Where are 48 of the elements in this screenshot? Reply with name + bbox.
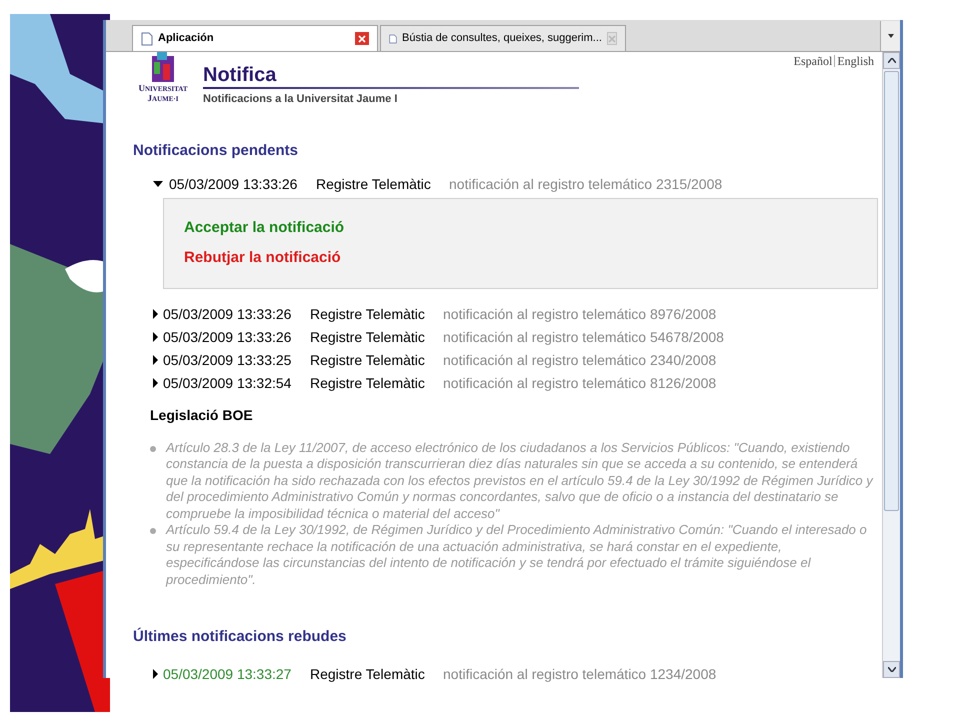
notification-description: notificación al registro telemático 8126/2008 [443,374,716,393]
vertical-scrollbar[interactable] [882,52,900,678]
language-link[interactable]: Español [794,52,832,70]
notification-source: Registre Telemàtic [316,174,432,194]
notification-date[interactable]: 05/03/2009 13:33:26 [163,326,310,348]
notification-date[interactable]: 05/03/2009 13:33:26 [163,304,310,324]
collapse-arrow-icon[interactable] [153,181,163,187]
expand-arrow-icon[interactable] [153,669,158,679]
legal-text: Artículo 28.3 de la Ley 11/2007, de acceso electrónico de los ciudadanos a los Servicios Públicos: "Cuando, existiendo constancia de la puesta a disposición transcurrieran diez días naturales sin que se acceda a su contenido, se entenderá que la notificación ha sido rechazada con los efectos previstos en el artículo 59.4 de la Ley 30/1992 de Régimen Jurídico y del procedimiento Administrativo Común y normas concordantes, salvo que de oficio o a instancia del destinatario se compruebe la imposibilidad técnica o material del acceso" [166,440,874,522]
tab-label: Bústia de consultes, queixes, suggerim... [402,31,602,46]
legal-text: Artículo 59.4 de la Ley 30/1992, de Régimen Jurídico y del Procedimiento Administrativo Común: "Cuando el interesado o su representante rechace la notificación de una actuación administrativa, se hará constar en el expediente, especificándose las circunstancias del intento de notificación y se tendrá por efectuado el trámite siguiéndose el procedimiento". [166,522,868,588]
notification-date[interactable]: 05/03/2009 13:32:54 [163,372,310,394]
tab-label: Aplicación [158,31,215,46]
bullet-icon [150,446,156,452]
page-icon [389,32,398,46]
notification-description: notificación al registro telemático 8976/2008 [443,304,716,324]
app-subtitle: Notificacions a la Universitat Jaume I [203,92,398,107]
browser-tab[interactable]: Bústia de consultes, queixes, suggerim... [380,25,626,51]
notification-source: Registre Telemàtic [310,374,426,393]
scrollbar-thumb[interactable] [884,71,899,511]
notification-source: Registre Telemàtic [310,350,426,370]
notification-source: Registre Telemàtic [310,304,426,324]
expand-arrow-icon[interactable] [153,309,158,319]
browser-tab[interactable]: Aplicación [132,25,378,51]
expand-arrow-icon[interactable] [153,378,158,388]
notification-description: notificación al registro telemático 54678/2008 [443,328,724,347]
notification-date[interactable]: 05/03/2009 13:33:26 [169,174,316,194]
section-heading: Notificacions pendents [133,141,300,161]
notification-date[interactable]: 05/03/2009 13:33:27 [163,664,310,684]
close-icon[interactable] [355,32,369,45]
expand-arrow-icon[interactable] [153,332,158,342]
page-icon [141,32,153,46]
notification-description: notificación al registro telemático 1234/2008 [443,664,716,684]
app-title: Notifica [203,63,278,87]
notification-source: Registre Telemàtic [310,664,426,684]
scroll-up-icon[interactable] [883,52,900,69]
accept-link[interactable]: Acceptar la notificació [184,216,857,239]
expand-arrow-icon[interactable] [153,355,158,365]
scroll-down-icon[interactable] [883,661,900,678]
notification-description: notificación al registro telemático 2315/2008 [449,174,722,194]
reject-link[interactable]: Rebutjar la notificació [184,247,857,270]
notification-description: notificación al registro telemático 2340/2008 [443,350,716,370]
language-link[interactable]: English [837,52,874,70]
bullet-icon [150,528,156,534]
section-subheading: Legislació BOE [150,406,254,425]
section-heading: Últimes notificacions rebudes [133,626,348,647]
notification-source: Registre Telemàtic [310,328,426,347]
notification-date[interactable]: 05/03/2009 13:33:25 [163,350,310,370]
